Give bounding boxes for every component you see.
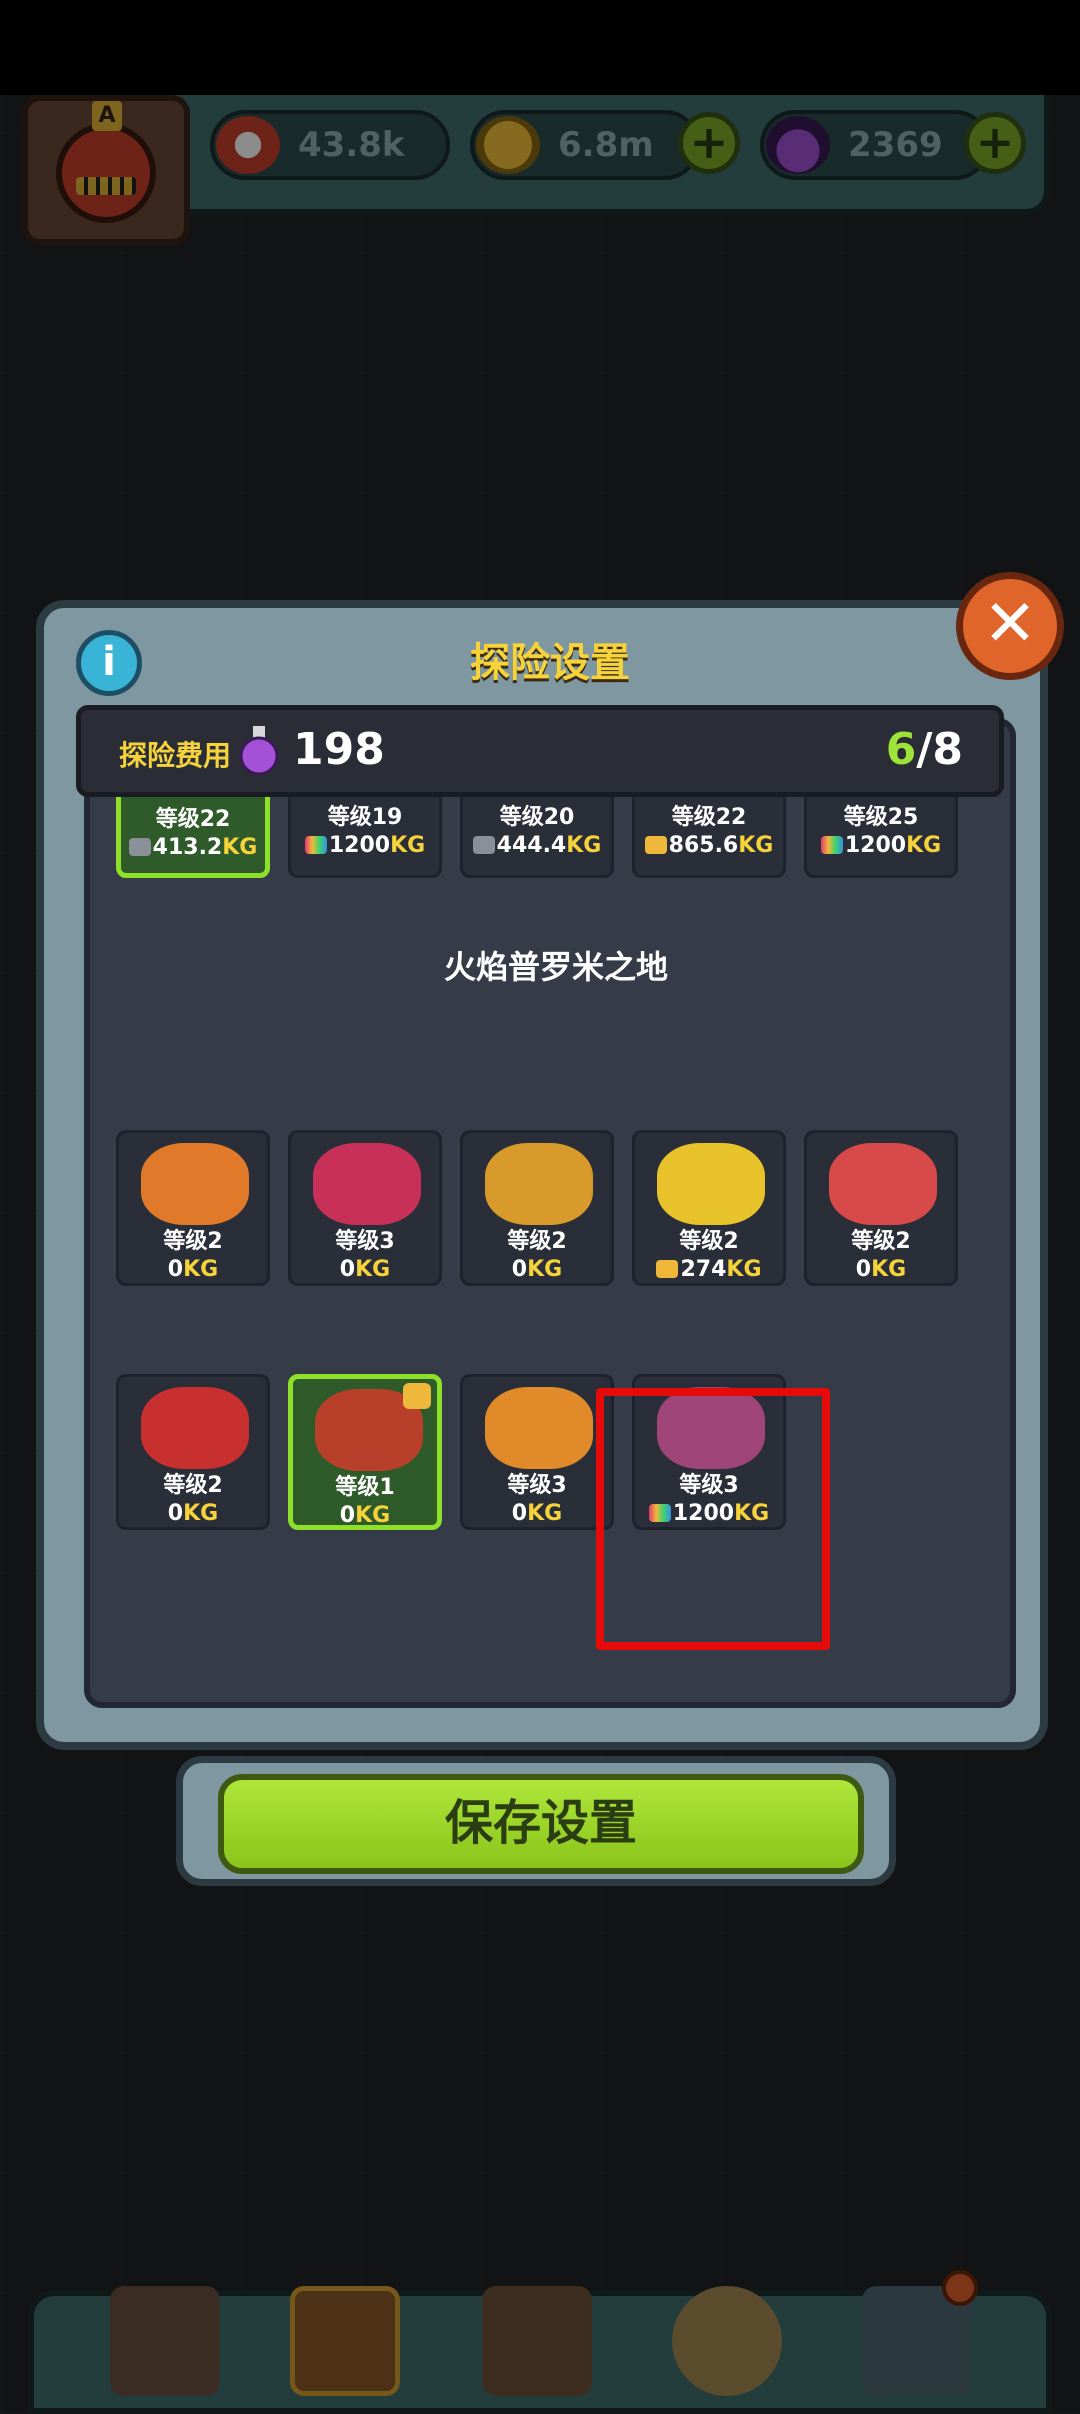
monster-card[interactable]: 等级2 0KG (804, 1130, 958, 1286)
monster-portrait-icon (485, 1143, 593, 1225)
monster-weight: 413.2KG (121, 835, 265, 860)
monster-level: 等级25 (843, 805, 919, 830)
monster-weight: 1200KG (291, 833, 439, 858)
monster-card[interactable]: 等级1 0KG (288, 1374, 442, 1530)
highlight-box (596, 1388, 830, 1650)
weight-unit: KG (738, 833, 774, 858)
monster-level: 等级2 (163, 1229, 223, 1254)
cost-bar: 探险费用 198 6/8 (76, 705, 1004, 797)
monster-list[interactable]: 等级22 413.2KG 等级19 1200KG 等级20 444.4KG 等级22 865.… (84, 718, 1016, 1708)
selected-tag-icon (403, 1383, 431, 1409)
kg-weight-icon (304, 836, 327, 854)
monster-weight: 0KG (807, 1257, 955, 1282)
weight-value: 0 (511, 1501, 528, 1526)
monster-portrait-icon (313, 1143, 421, 1225)
weight-unit: KG (355, 1503, 391, 1528)
monster-level: 等级2 (507, 1229, 567, 1254)
potion-icon (239, 726, 279, 776)
weight-unit: KG (527, 1257, 563, 1282)
monster-card[interactable]: 等级2 0KG (116, 1130, 270, 1286)
weight-value: 0 (167, 1257, 184, 1282)
weight-value: 444.4 (496, 833, 567, 858)
close-button[interactable]: ✕ (956, 572, 1064, 680)
monster-level: 等级19 (327, 805, 403, 830)
kg-weight-icon (644, 836, 667, 854)
monster-level: 等级20 (499, 805, 575, 830)
selected-count-current: 6 (885, 724, 917, 775)
monster-portrait-icon (829, 1143, 937, 1225)
weight-unit: KG (726, 1257, 762, 1282)
weight-value: 0 (511, 1257, 528, 1282)
save-settings-button[interactable]: 保存设置 (218, 1774, 864, 1874)
kg-weight-icon (472, 836, 495, 854)
monster-level: 等级2 (679, 1229, 739, 1254)
monster-portrait-icon (485, 1387, 593, 1469)
weight-unit: KG (906, 833, 942, 858)
monster-weight: 0KG (119, 1257, 267, 1282)
cost-label: 探险费用 (119, 739, 232, 772)
weight-unit: KG (527, 1501, 563, 1526)
monster-portrait-icon (141, 1143, 249, 1225)
weight-value: 1200 (844, 833, 907, 858)
monster-weight: 0KG (119, 1501, 267, 1526)
weight-value: 1200 (328, 833, 391, 858)
monster-weight: 444.4KG (463, 833, 611, 858)
weight-value: 0 (339, 1257, 356, 1282)
weight-value: 865.6 (668, 833, 739, 858)
kg-weight-icon (128, 838, 151, 856)
weight-unit: KG (183, 1257, 219, 1282)
monster-level: 等级1 (335, 1475, 395, 1500)
monster-card[interactable]: 等级2 0KG (460, 1130, 614, 1286)
monster-level: 等级2 (163, 1473, 223, 1498)
monster-weight: 0KG (293, 1503, 437, 1528)
dialog-title: 探险设置 (470, 640, 630, 686)
monster-level: 等级22 (671, 805, 747, 830)
monster-card[interactable]: 等级2 274KG (632, 1130, 786, 1286)
monster-portrait-icon (657, 1143, 765, 1225)
monster-portrait-icon (141, 1387, 249, 1469)
monster-weight: 0KG (463, 1501, 611, 1526)
weight-unit: KG (871, 1257, 907, 1282)
kg-weight-icon (656, 1260, 679, 1278)
weight-value: 413.2 (152, 835, 223, 860)
weight-value: 0 (167, 1501, 184, 1526)
monster-weight: 865.6KG (635, 833, 783, 858)
weight-unit: KG (390, 833, 426, 858)
monster-weight: 274KG (635, 1257, 783, 1282)
weight-unit: KG (355, 1257, 391, 1282)
cost-value: 198 (293, 724, 385, 775)
weight-unit: KG (222, 835, 258, 860)
monster-weight: 0KG (463, 1257, 611, 1282)
weight-value: 274 (680, 1257, 727, 1282)
weight-value: 0 (339, 1503, 356, 1528)
kg-weight-icon (820, 836, 843, 854)
weight-unit: KG (183, 1501, 219, 1526)
monster-level: 等级2 (851, 1229, 911, 1254)
section-title: 火焰普罗米之地 (443, 948, 668, 986)
weight-value: 0 (855, 1257, 872, 1282)
monster-card[interactable]: 等级3 0KG (288, 1130, 442, 1286)
monster-weight: 1200KG (807, 833, 955, 858)
monster-card[interactable]: 等级3 0KG (460, 1374, 614, 1530)
selected-count: 6/8 (886, 724, 963, 775)
selected-count-max: /8 (916, 724, 963, 775)
monster-weight: 0KG (291, 1257, 439, 1282)
monster-card[interactable]: 等级2 0KG (116, 1374, 270, 1530)
close-icon: ✕ (983, 587, 1037, 661)
monster-level: 等级3 (335, 1229, 395, 1254)
monster-level: 等级3 (507, 1473, 567, 1498)
monster-level: 等级22 (155, 807, 231, 832)
weight-unit: KG (566, 833, 602, 858)
